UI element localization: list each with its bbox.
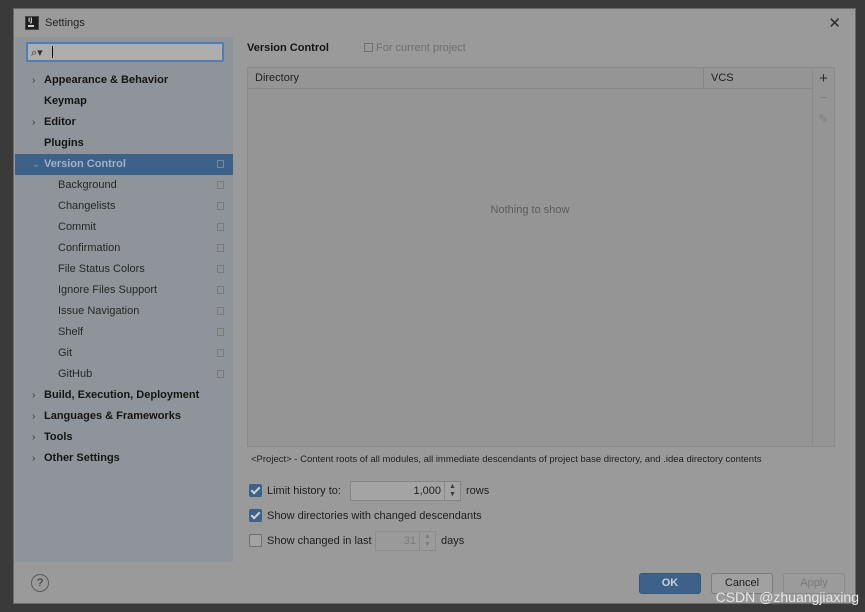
watermark: CSDN @zhuangjiaxing bbox=[715, 589, 859, 605]
chevron-right-icon[interactable]: › bbox=[32, 385, 35, 406]
show-descendants-label: Show directories with changed descendant… bbox=[267, 510, 482, 522]
sidebar-item-editor[interactable]: › Editor bbox=[15, 112, 233, 133]
sidebar-item-label: Git bbox=[58, 347, 73, 359]
table-toolbar: + − ✎ bbox=[813, 67, 835, 447]
sidebar-item-commit[interactable]: Commit bbox=[15, 217, 233, 238]
sidebar-item-languages-frameworks[interactable]: › Languages & Frameworks bbox=[15, 406, 233, 427]
column-header-directory[interactable]: Directory bbox=[255, 72, 299, 84]
show-changed-value: 31 bbox=[403, 535, 416, 547]
settings-dialog: Settings ✕ ⌕▾ › Appearance & Behavior Keym… bbox=[13, 8, 856, 604]
sidebar-item-label: Shelf bbox=[58, 326, 84, 338]
sidebar-item-label: Build, Execution, Deployment bbox=[44, 389, 200, 401]
sidebar-item-changelists[interactable]: Changelists bbox=[15, 196, 233, 217]
page-title: Version Control bbox=[247, 42, 329, 54]
project-scope-icon bbox=[217, 223, 224, 231]
search-icon: ⌕▾ bbox=[31, 47, 43, 59]
remove-icon[interactable]: − bbox=[813, 90, 834, 105]
sidebar-item-label: Languages & Frameworks bbox=[44, 410, 181, 422]
show-changed-spinner[interactable]: 31 ▲ ▼ bbox=[375, 531, 436, 551]
project-note: <Project> - Content roots of all modules… bbox=[251, 454, 762, 465]
edit-icon[interactable]: ✎ bbox=[813, 112, 834, 126]
sidebar-item-confirmation[interactable]: Confirmation bbox=[15, 238, 233, 259]
sidebar-item-plugins[interactable]: Plugins bbox=[15, 133, 233, 154]
sidebar-item-shelf[interactable]: Shelf bbox=[15, 322, 233, 343]
sidebar-item-label: Background bbox=[58, 179, 117, 191]
sidebar-item-build-execution-deployment[interactable]: › Build, Execution, Deployment bbox=[15, 385, 233, 406]
show-changed-unit: days bbox=[441, 535, 465, 547]
help-icon[interactable]: ? bbox=[31, 574, 49, 592]
chevron-right-icon[interactable]: › bbox=[32, 406, 35, 427]
version-control-panel: Version Control For current project Dire… bbox=[233, 37, 855, 562]
sidebar-item-label: Plugins bbox=[44, 137, 84, 149]
project-scope-icon bbox=[217, 286, 224, 294]
vcs-mappings-table[interactable]: Directory VCS Nothing to show bbox=[247, 67, 813, 447]
scope-indicator: For current project bbox=[364, 42, 466, 54]
sidebar-item-issue-navigation[interactable]: Issue Navigation bbox=[15, 301, 233, 322]
project-scope-icon bbox=[217, 202, 224, 210]
chevron-right-icon[interactable]: › bbox=[32, 70, 35, 91]
sidebar-item-version-control[interactable]: ⌄ Version Control bbox=[15, 154, 233, 175]
sidebar-item-label: Issue Navigation bbox=[58, 305, 140, 317]
limit-history-value: 1,000 bbox=[413, 485, 441, 497]
project-scope-icon bbox=[217, 160, 224, 168]
table-header: Directory VCS bbox=[248, 68, 812, 89]
project-scope-icon bbox=[217, 244, 224, 252]
sidebar-item-appearance-behavior[interactable]: › Appearance & Behavior bbox=[15, 70, 233, 91]
sidebar-item-git[interactable]: Git bbox=[15, 343, 233, 364]
sidebar-item-ignore-files-support[interactable]: Ignore Files Support bbox=[15, 280, 233, 301]
limit-history-spinner[interactable]: 1,000 ▲ ▼ bbox=[350, 481, 461, 501]
project-scope-icon bbox=[217, 307, 224, 315]
sidebar-item-file-status-colors[interactable]: File Status Colors bbox=[15, 259, 233, 280]
project-scope-icon bbox=[217, 328, 224, 336]
sidebar-item-label: Tools bbox=[44, 431, 73, 443]
show-changed-checkbox[interactable] bbox=[249, 534, 262, 547]
limit-history-checkbox[interactable] bbox=[249, 484, 262, 497]
settings-sidebar: ⌕▾ › Appearance & Behavior Keymap › Editor Pl… bbox=[15, 37, 233, 562]
intellij-app-icon bbox=[25, 16, 39, 30]
chevron-right-icon[interactable]: › bbox=[32, 448, 35, 469]
sidebar-item-label: Appearance & Behavior bbox=[44, 74, 169, 86]
sidebar-item-label: File Status Colors bbox=[58, 263, 145, 275]
sidebar-item-label: Version Control bbox=[44, 158, 126, 170]
chevron-down-icon[interactable]: ⌄ bbox=[32, 154, 40, 175]
sidebar-item-label: GitHub bbox=[58, 368, 93, 380]
ok-button[interactable]: OK bbox=[639, 573, 701, 594]
project-scope-icon bbox=[217, 181, 224, 189]
sidebar-item-label: Confirmation bbox=[58, 242, 121, 254]
project-scope-icon bbox=[364, 43, 373, 52]
chevron-right-icon[interactable]: › bbox=[32, 112, 35, 133]
spinner-arrows-icon[interactable]: ▲ ▼ bbox=[419, 532, 435, 550]
sidebar-item-github[interactable]: GitHub bbox=[15, 364, 233, 385]
spinner-arrows-icon[interactable]: ▲ ▼ bbox=[444, 482, 460, 500]
column-header-vcs[interactable]: VCS bbox=[711, 72, 734, 84]
project-scope-icon bbox=[217, 349, 224, 357]
sidebar-item-background[interactable]: Background bbox=[15, 175, 233, 196]
add-icon[interactable]: + bbox=[813, 70, 834, 87]
sidebar-item-label: Keymap bbox=[44, 95, 87, 107]
sidebar-item-label: Other Settings bbox=[44, 452, 120, 464]
sidebar-item-keymap[interactable]: Keymap bbox=[15, 91, 233, 112]
search-input[interactable]: ⌕▾ bbox=[26, 42, 224, 62]
show-changed-label: Show changed in last bbox=[267, 535, 372, 547]
empty-state-text: Nothing to show bbox=[490, 204, 570, 216]
sidebar-item-label: Ignore Files Support bbox=[58, 284, 158, 296]
limit-history-label: Limit history to: bbox=[267, 485, 341, 497]
sidebar-item-tools[interactable]: › Tools bbox=[15, 427, 233, 448]
scope-label: For current project bbox=[376, 42, 466, 54]
title-bar: Settings ✕ bbox=[14, 9, 855, 37]
sidebar-item-other-settings[interactable]: › Other Settings bbox=[15, 448, 233, 469]
chevron-right-icon[interactable]: › bbox=[32, 427, 35, 448]
close-icon[interactable]: ✕ bbox=[828, 14, 841, 32]
window-title: Settings bbox=[45, 17, 85, 29]
project-scope-icon bbox=[217, 265, 224, 273]
project-scope-icon bbox=[217, 370, 224, 378]
sidebar-item-label: Editor bbox=[44, 116, 76, 128]
sidebar-item-label: Changelists bbox=[58, 200, 116, 212]
sidebar-item-label: Commit bbox=[58, 221, 96, 233]
limit-history-unit: rows bbox=[466, 485, 490, 497]
column-divider[interactable] bbox=[703, 68, 704, 88]
show-descendants-checkbox[interactable] bbox=[249, 509, 262, 522]
text-caret bbox=[52, 46, 53, 58]
